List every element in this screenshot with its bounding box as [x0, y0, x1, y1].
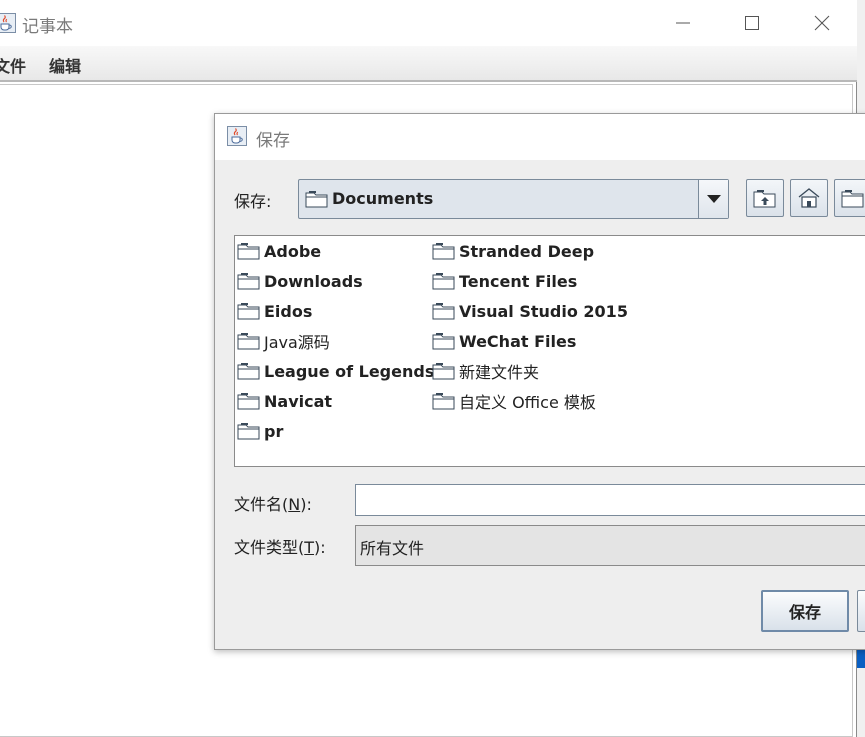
folder-item[interactable]: Stranded Deep: [432, 238, 594, 264]
maximize-button[interactable]: [729, 0, 775, 46]
file-name-input[interactable]: [355, 484, 865, 516]
folder-item-label: Eidos: [264, 301, 313, 321]
menu-file[interactable]: 文件: [0, 53, 26, 77]
home-button[interactable]: [790, 179, 828, 217]
up-one-level-button[interactable]: [746, 179, 784, 217]
folder-icon: [237, 333, 260, 350]
save-dialog-titlebar[interactable]: 保存: [215, 114, 865, 160]
folder-icon: [237, 423, 260, 440]
close-icon: [814, 15, 830, 31]
folder-item-label: 新建文件夹: [459, 363, 540, 382]
java-cup-icon: [227, 126, 247, 146]
new-folder-button[interactable]: [834, 179, 865, 217]
chevron-down-icon: [706, 195, 721, 203]
cancel-button[interactable]: [857, 590, 865, 632]
save-dialog-title: 保存: [256, 131, 290, 151]
menu-edit[interactable]: 编辑: [49, 53, 81, 77]
folder-icon: [305, 191, 328, 208]
folder-item-label: Downloads: [264, 271, 363, 291]
folder-icon: [432, 363, 455, 380]
folder-item-label: Java源码: [264, 333, 330, 352]
menu-bar: 文件 编辑: [0, 46, 857, 82]
folder-item[interactable]: League of Legends: [237, 358, 434, 384]
notepad-titlebar[interactable]: 记事本: [0, 0, 857, 46]
folder-item[interactable]: Visual Studio 2015: [432, 298, 628, 324]
folder-icon: [237, 363, 260, 380]
background-selection-bar: [857, 648, 865, 668]
save-in-combo[interactable]: Documents: [298, 179, 729, 219]
file-list[interactable]: Adobe Downloads Eidos Java源码 League of Legen…: [234, 235, 865, 467]
folder-icon: [432, 243, 455, 260]
folder-icon: [237, 243, 260, 260]
folder-item-label: 自定义 Office 模板: [459, 393, 596, 412]
folder-icon: [432, 333, 455, 350]
folder-item[interactable]: Downloads: [237, 268, 363, 294]
folder-item[interactable]: 自定义 Office 模板: [432, 388, 596, 414]
folder-item-label: Navicat: [264, 391, 333, 411]
save-dialog: 保存 保存: Documents Adobe Downloads Eidos J…: [214, 113, 865, 650]
minimize-button[interactable]: [660, 0, 706, 46]
folder-item-label: pr: [264, 421, 284, 441]
folder-item-label: Tencent Files: [459, 271, 578, 291]
folder-item[interactable]: WeChat Files: [432, 328, 576, 354]
file-name-label: 文件名(N):: [234, 495, 312, 514]
home-icon: [798, 188, 820, 208]
file-type-select[interactable]: 所有文件: [355, 525, 865, 566]
java-cup-icon: [0, 13, 16, 33]
folder-icon: [237, 393, 260, 410]
folder-item[interactable]: 新建文件夹: [432, 358, 539, 384]
minimize-icon: [676, 22, 690, 24]
save-in-label: 保存:: [234, 192, 272, 211]
folder-icon: [432, 273, 455, 290]
folder-item-label: Adobe: [264, 241, 322, 261]
folder-item[interactable]: Java源码: [237, 328, 330, 354]
new-folder-icon: [841, 190, 864, 208]
folder-item[interactable]: pr: [237, 418, 283, 444]
up-folder-icon: [753, 190, 776, 208]
close-button[interactable]: [799, 0, 845, 46]
folder-item[interactable]: Adobe: [237, 238, 321, 264]
folder-icon: [432, 303, 455, 320]
folder-item-label: League of Legends: [264, 361, 435, 381]
save-button[interactable]: 保存: [761, 590, 849, 632]
folder-item[interactable]: Eidos: [237, 298, 312, 324]
folder-icon: [237, 303, 260, 320]
folder-icon: [432, 393, 455, 410]
maximize-icon: [745, 16, 759, 30]
folder-item-label: Visual Studio 2015: [459, 301, 628, 321]
folder-item[interactable]: Navicat: [237, 388, 332, 414]
folder-item-label: WeChat Files: [459, 331, 577, 351]
folder-icon: [237, 273, 260, 290]
folder-item[interactable]: Tencent Files: [432, 268, 577, 294]
folder-item-label: Stranded Deep: [459, 241, 595, 261]
combo-dropdown-button[interactable]: [698, 180, 728, 218]
current-folder: Documents: [332, 189, 434, 208]
notepad-title: 记事本: [22, 17, 73, 37]
file-type-label: 文件类型(T):: [234, 538, 326, 557]
